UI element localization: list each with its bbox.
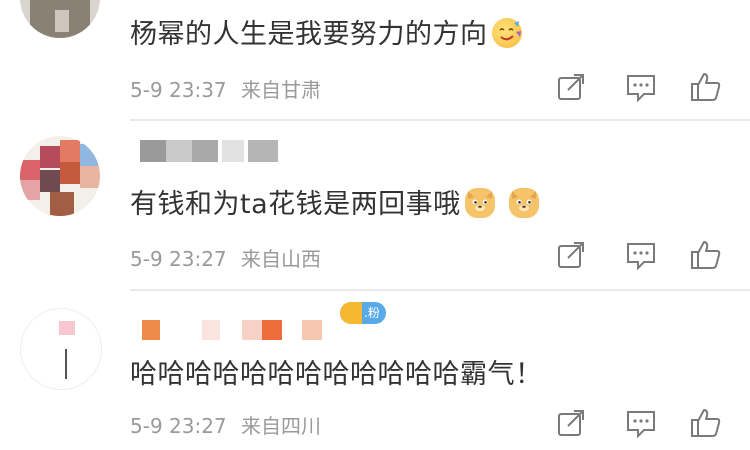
avatar[interactable]: [20, 0, 100, 38]
hungry-face-emoji-icon: [491, 18, 522, 48]
comment-actions: [554, 406, 729, 440]
comment-icon[interactable]: [624, 406, 658, 440]
thumbs-up-icon[interactable]: [689, 238, 723, 272]
thumbs-up-icon[interactable]: [689, 70, 723, 104]
share-icon[interactable]: [554, 70, 588, 104]
comment-time: 5-9 23:37: [130, 78, 227, 102]
fan-badge[interactable]: .粉: [340, 302, 386, 324]
comment-location: 来自四川: [241, 414, 322, 438]
username-blurred[interactable]: [130, 140, 280, 166]
doge-emoji-icon: [464, 188, 495, 218]
avatar[interactable]: [20, 136, 100, 216]
comment-text: 有钱和为ta花钱是两回事哦: [130, 188, 539, 222]
thumbs-up-icon[interactable]: [689, 406, 723, 440]
avatar[interactable]: [20, 308, 102, 390]
share-icon[interactable]: [554, 238, 588, 272]
comment-location: 来自山西: [241, 247, 322, 271]
comment-icon[interactable]: [624, 238, 658, 272]
comment-actions: [554, 238, 729, 272]
comment-text: 杨幂的人生是我要努力的方向: [130, 18, 522, 52]
comment-icon[interactable]: [624, 70, 658, 104]
comment-time: 5-9 23:27: [130, 247, 227, 271]
comment-time: 5-9 23:27: [130, 414, 227, 438]
comment-actions: [554, 70, 729, 104]
comment-text: 哈哈哈哈哈哈哈哈哈哈哈哈霸气！: [130, 359, 543, 390]
divider: [130, 289, 750, 291]
doge-emoji-icon: [508, 188, 539, 218]
comment-meta: 5-9 23:27 来自四川: [130, 410, 329, 439]
comment-meta: 5-9 23:27 来自山西: [130, 243, 329, 272]
comment-location: 来自甘肃: [241, 78, 322, 102]
comment-meta: 5-9 23:37 来自甘肃: [130, 74, 329, 103]
share-icon[interactable]: [554, 406, 588, 440]
divider: [130, 119, 750, 121]
